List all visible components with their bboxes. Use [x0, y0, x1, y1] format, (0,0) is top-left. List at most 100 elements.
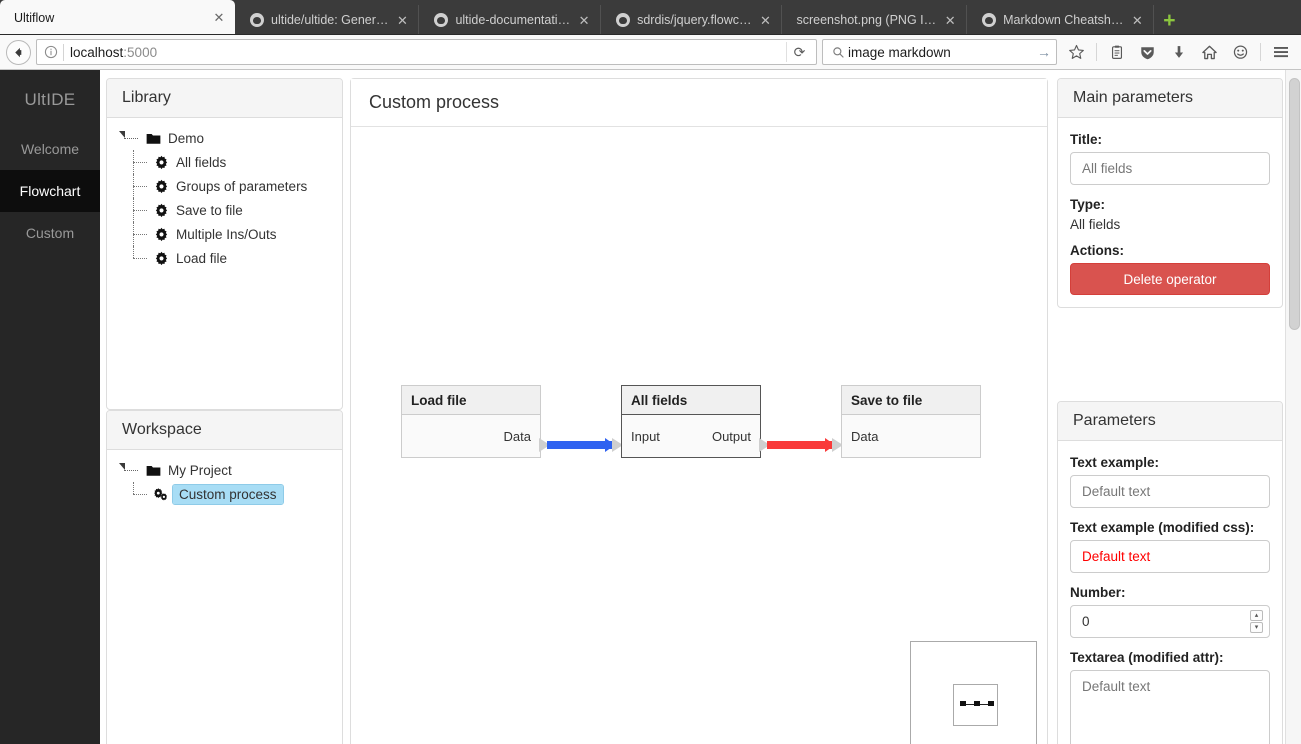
operator-body: Input Output [622, 415, 760, 457]
parameters-body: Text example: Default text Text example … [1058, 441, 1282, 744]
spinner-up-icon[interactable]: ▴ [1250, 610, 1263, 621]
gear-icon [151, 251, 171, 266]
link-bar [547, 441, 613, 449]
title-input[interactable]: All fields [1070, 152, 1270, 185]
tab-title: screenshot.png (PNG I… [796, 13, 937, 27]
browser-tab[interactable]: screenshot.png (PNG I… ✕ [782, 5, 968, 35]
operator-load-file[interactable]: Load file Data [401, 385, 541, 458]
number-input[interactable]: 0 [1070, 605, 1270, 638]
close-icon[interactable]: ✕ [576, 14, 592, 27]
library-item-multiple-ins-outs[interactable]: Multiple Ins/Outs [117, 222, 332, 246]
workspace-tree: My Project Custom process [107, 450, 342, 516]
tree-label: Custom process [172, 483, 284, 505]
url-text: localhost:5000 [70, 45, 157, 60]
browser-tab[interactable]: sdrdis/jquery.flowc… ✕ [601, 5, 783, 35]
search-bar[interactable]: image markdown → [822, 39, 1057, 65]
search-input[interactable]: image markdown [848, 45, 1037, 60]
url-bar[interactable]: localhost:5000 ⟳ [36, 39, 817, 65]
app-sidebar: UltIDE Welcome Flowchart Custom [0, 70, 100, 744]
tree-root-my-project[interactable]: My Project [117, 458, 332, 482]
library-item-all-fields[interactable]: All fields [117, 150, 332, 174]
page-scrollbar[interactable] [1285, 70, 1301, 744]
operator-output-port[interactable]: Data [504, 429, 531, 444]
sidebar-item-welcome[interactable]: Welcome [0, 128, 100, 170]
close-icon[interactable]: ✕ [1129, 14, 1145, 27]
tab-title: ultide/ultide: Gener… [271, 13, 389, 27]
library-item-load-file[interactable]: Load file [117, 246, 332, 270]
delete-operator-button[interactable]: Delete operator [1070, 263, 1270, 295]
reader-list-icon[interactable] [1102, 39, 1131, 65]
sync-smiley-icon[interactable] [1226, 39, 1255, 65]
text-example-css-input[interactable]: Default text [1070, 540, 1270, 573]
text-example-input[interactable]: Default text [1070, 475, 1270, 508]
github-icon [615, 13, 630, 28]
close-icon[interactable]: ✕ [211, 11, 227, 24]
github-icon [249, 13, 264, 28]
app-brand: UltIDE [24, 90, 76, 109]
flow-link-red[interactable] [759, 438, 843, 452]
close-icon[interactable]: ✕ [757, 14, 773, 27]
folder-icon [143, 464, 163, 477]
spinner-down-icon[interactable]: ▾ [1250, 622, 1263, 633]
folder-icon [143, 132, 163, 145]
main-parameters-body: Title: All fields Type: All fields Actio… [1058, 118, 1282, 307]
operator-output-port[interactable]: Output [712, 429, 751, 444]
tree-expander-icon[interactable] [119, 463, 139, 471]
browser-tab[interactable]: Markdown Cheatsh… ✕ [967, 5, 1155, 35]
scrollbar-thumb[interactable] [1289, 78, 1300, 330]
reload-icon[interactable]: ⟳ [786, 42, 812, 62]
library-item-save-to-file[interactable]: Save to file [117, 198, 332, 222]
home-icon[interactable] [1195, 39, 1224, 65]
library-item-groups-of-parameters[interactable]: Groups of parameters [117, 174, 332, 198]
close-icon[interactable]: ✕ [942, 14, 958, 27]
tree-root-demo[interactable]: Demo [117, 126, 332, 150]
minimap-node [988, 701, 994, 706]
tree-label: Save to file [176, 202, 243, 218]
flowchart-minimap[interactable] [910, 641, 1037, 744]
operator-input-port[interactable]: Data [851, 429, 878, 444]
back-icon[interactable] [6, 39, 31, 65]
operator-save-to-file[interactable]: Save to file Data [841, 385, 981, 458]
tree-expander-icon[interactable] [119, 131, 139, 139]
minimap-viewport[interactable] [953, 684, 998, 726]
github-icon [433, 13, 448, 28]
tree-label: Load file [176, 250, 228, 266]
github-icon [981, 13, 996, 28]
gear-icon [151, 155, 171, 170]
downloads-arrow-icon[interactable] [1164, 39, 1193, 65]
operator-input-port[interactable]: Input [631, 429, 660, 444]
workspace-item-custom-process[interactable]: Custom process [117, 482, 332, 506]
tree-label: All fields [176, 154, 227, 170]
workspace-title: Workspace [107, 411, 342, 450]
main-parameters-panel: Main parameters Title: All fields Type: … [1057, 78, 1283, 308]
text-example-label: Text example: [1070, 455, 1160, 470]
number-stepper[interactable]: 0 ▴ ▾ [1070, 605, 1270, 638]
minimap-node [974, 701, 980, 706]
bookmark-star-icon[interactable] [1062, 39, 1091, 65]
browser-tab[interactable]: Ultiflow ✕ [0, 0, 235, 35]
sidebar-item-custom[interactable]: Custom [0, 212, 100, 254]
main-parameters-title: Main parameters [1058, 79, 1282, 118]
operator-all-fields[interactable]: All fields Input Output [621, 385, 761, 458]
parameters-title: Parameters [1058, 402, 1282, 441]
cogs-icon [151, 487, 171, 502]
url-port: :5000 [123, 44, 158, 60]
tab-bar: Ultiflow ✕ ultide/ultide: Gener… ✕ ultid… [0, 0, 1301, 35]
new-tab-button[interactable]: + [1154, 5, 1184, 35]
flowchart-canvas[interactable]: Load file Data All fields Input Output S… [351, 127, 1047, 744]
link-bar [767, 441, 833, 449]
info-icon[interactable] [41, 42, 61, 62]
close-icon[interactable]: ✕ [394, 14, 410, 27]
textarea-label: Textarea (modified attr): [1070, 650, 1224, 665]
pocket-shield-icon[interactable] [1133, 39, 1162, 65]
search-go-icon[interactable]: → [1037, 44, 1051, 60]
sidebar-item-flowchart[interactable]: Flowchart [0, 170, 100, 212]
hamburger-menu-icon[interactable] [1266, 39, 1295, 65]
browser-tab[interactable]: ultide/ultide: Gener… ✕ [235, 5, 420, 35]
flow-link-blue[interactable] [539, 438, 623, 452]
number-spinner[interactable]: ▴ ▾ [1250, 610, 1263, 633]
operator-title: Load file [402, 386, 540, 415]
browser-tab[interactable]: ultide-documentati… ✕ [419, 5, 602, 35]
tab-title: Markdown Cheatsh… [1003, 13, 1124, 27]
textarea-input[interactable]: Default text [1070, 670, 1270, 744]
